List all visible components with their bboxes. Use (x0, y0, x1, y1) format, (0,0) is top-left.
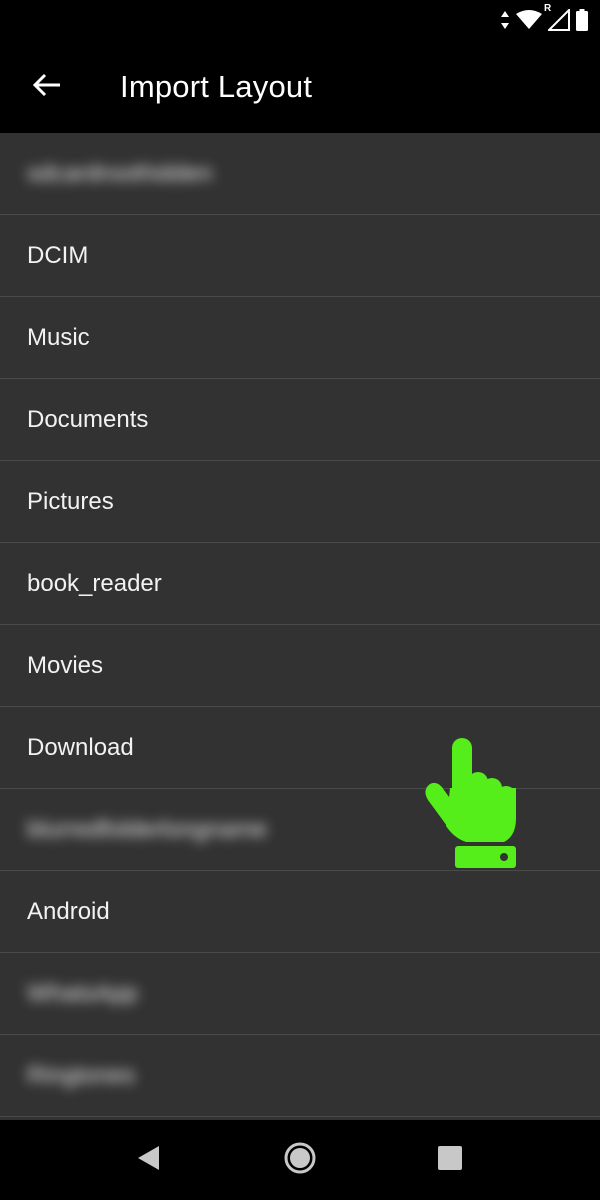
list-item[interactable]: Android (0, 871, 600, 953)
folder-label: sdcardroothidden (27, 160, 213, 187)
home-circle-icon (284, 1142, 316, 1179)
list-item[interactable]: sdcardroothidden (0, 133, 600, 215)
list-item[interactable]: Movies (0, 625, 600, 707)
status-bar: R (0, 0, 600, 40)
nav-home-button[interactable] (280, 1140, 320, 1180)
battery-icon (576, 9, 588, 31)
page-title: Import Layout (120, 69, 313, 104)
folder-label: Ringtones (27, 1062, 136, 1089)
hand-pointer-icon (420, 738, 530, 870)
nav-recents-button[interactable] (430, 1140, 470, 1180)
status-icons: R (500, 3, 588, 32)
list-item[interactable]: WhatsApp (0, 953, 600, 1035)
recents-square-icon (437, 1145, 463, 1176)
navigation-bar (0, 1120, 600, 1200)
folder-label: Download (27, 734, 134, 761)
roaming-label: R (544, 3, 552, 14)
data-arrows-icon (500, 10, 510, 30)
folder-label: Pictures (27, 488, 114, 515)
signal-roaming-icon: R (544, 3, 570, 31)
wifi-icon (516, 10, 542, 30)
arrow-left-icon (32, 72, 62, 103)
nav-back-button[interactable] (128, 1140, 168, 1180)
folder-label: DCIM (27, 242, 89, 269)
folder-label: Documents (27, 406, 149, 433)
back-button[interactable] (24, 64, 70, 110)
app-bar: Import Layout (0, 40, 600, 133)
folder-label: WhatsApp (27, 980, 138, 1007)
folder-list: sdcardroothidden DCIM Music Documents Pi… (0, 133, 600, 1120)
list-item[interactable]: DCIM (0, 215, 600, 297)
list-item[interactable]: Music (0, 297, 600, 379)
list-item[interactable]: Documents (0, 379, 600, 461)
list-item[interactable]: Pictures (0, 461, 600, 543)
folder-label: Movies (27, 652, 104, 679)
folder-label: book_reader (27, 570, 162, 597)
folder-label: blurredfolderlongname (27, 816, 268, 843)
folder-label: Music (27, 324, 90, 351)
list-item[interactable]: Ringtones (0, 1035, 600, 1117)
list-item[interactable]: book_reader (0, 543, 600, 625)
folder-label: Android (27, 898, 110, 925)
back-triangle-icon (135, 1144, 161, 1177)
